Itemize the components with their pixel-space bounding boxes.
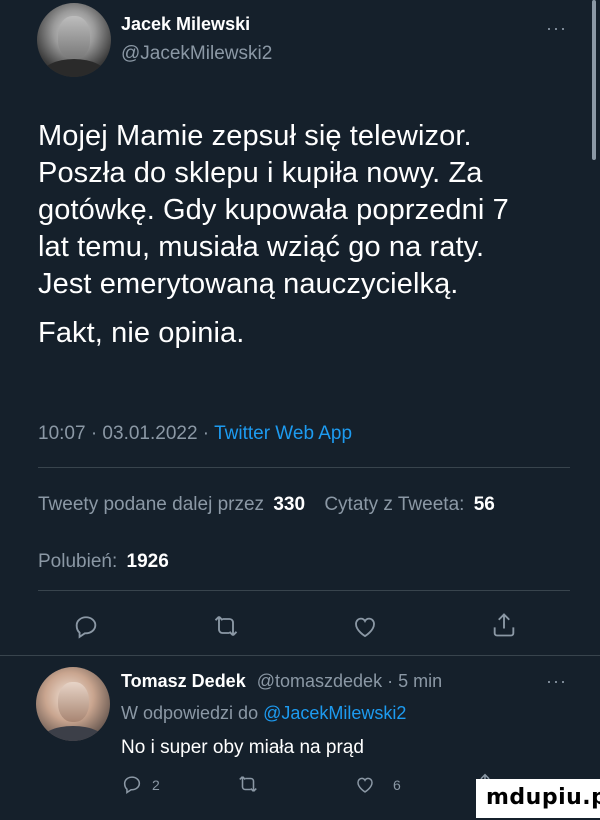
reply-header: Tomasz Dedek @tomaszdedek · 5 min — [121, 671, 442, 692]
reply-text: No i super oby miała na prąd — [121, 737, 364, 758]
watermark: mdupiu.pl — [476, 779, 600, 818]
reply-like-icon[interactable] — [354, 774, 376, 795]
reply-reply-icon[interactable] — [121, 773, 143, 795]
tweet-line: Poszła do sklepu i kupiła nowy. Za — [38, 157, 483, 189]
quotes-count[interactable]: 56 — [474, 494, 495, 515]
tweet-line: Mojej Mamie zepsuł się telewizor. — [38, 120, 472, 152]
in-reply-prefix: W odpowiedzi do — [121, 703, 264, 723]
tweet-line: gotówkę. Gdy kupowała poprzedni 7 — [38, 194, 509, 226]
divider — [0, 655, 600, 656]
retweets-label[interactable]: Tweety podane dalej przez — [38, 494, 264, 515]
likes-stat: Polubień: 1926 — [38, 551, 169, 573]
reply-reply-count: 2 — [152, 777, 160, 793]
reply-author-handle-time[interactable]: @tomaszdedek · 5 min — [257, 671, 442, 691]
reply-more-options-icon[interactable]: ··· — [546, 671, 567, 692]
in-reply-handle[interactable]: @JacekMilewski2 — [263, 703, 406, 723]
reply-icon[interactable] — [72, 612, 100, 640]
tweet-stats: Tweety podane dalej przez 330 Cytaty z T… — [38, 494, 495, 516]
divider — [38, 590, 570, 591]
tweet-line: Jest emerytowaną nauczycielką. — [38, 268, 459, 300]
tweet-time: 10:07 · 03.01.2022 · — [38, 423, 215, 444]
reply-retweet-icon[interactable] — [236, 773, 260, 795]
tweet-source-link[interactable]: Twitter Web App — [214, 423, 352, 444]
reply-author-name[interactable]: Tomasz Dedek — [121, 671, 246, 691]
retweet-icon[interactable] — [211, 612, 241, 640]
tweet-line-last: Fakt, nie opinia. — [38, 317, 245, 349]
divider — [38, 467, 570, 468]
author-avatar[interactable] — [37, 3, 111, 77]
tweet-text: Mojej Mamie zepsuł się telewizor. Poszła… — [38, 118, 588, 352]
quotes-label[interactable]: Cytaty z Tweeta: — [324, 494, 464, 515]
scrollbar[interactable] — [592, 0, 596, 160]
reply-like-count: 6 — [393, 777, 401, 793]
reply-author-avatar[interactable] — [36, 667, 110, 741]
author-name[interactable]: Jacek Milewski — [121, 14, 250, 35]
more-options-icon[interactable]: ··· — [546, 18, 567, 39]
retweets-count[interactable]: 330 — [273, 494, 305, 515]
author-handle[interactable]: @JacekMilewski2 — [121, 43, 272, 65]
share-icon[interactable] — [490, 610, 518, 640]
tweet-timestamp: 10:07 · 03.01.2022 · Twitter Web App — [38, 423, 352, 445]
tweet-line: lat temu, musiała wziąć go na raty. — [38, 231, 485, 263]
likes-count[interactable]: 1926 — [127, 551, 169, 572]
likes-label[interactable]: Polubień: — [38, 551, 117, 572]
like-icon[interactable] — [351, 613, 379, 640]
reply-in-reply-to: W odpowiedzi do @JacekMilewski2 — [121, 703, 406, 724]
